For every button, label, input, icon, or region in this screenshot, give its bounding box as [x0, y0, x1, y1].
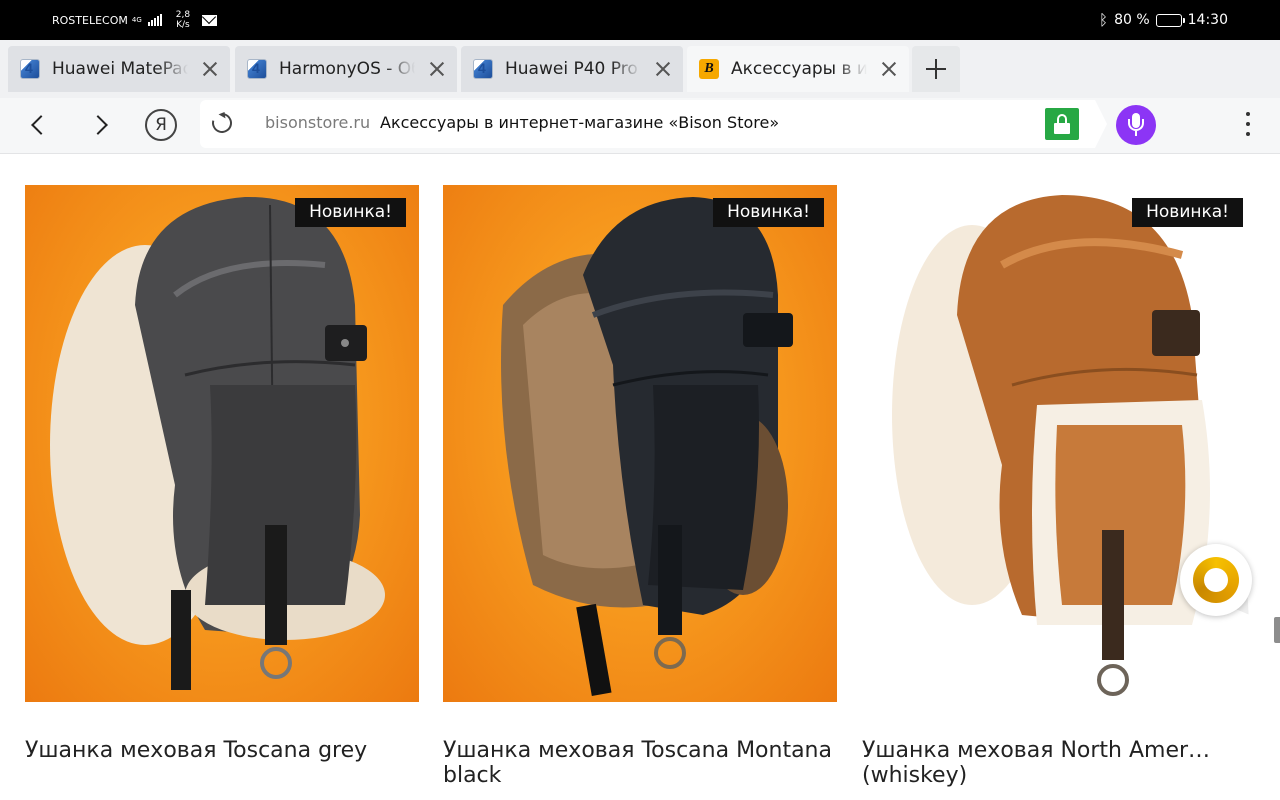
- signal-icon: [147, 14, 162, 26]
- close-icon[interactable]: [879, 59, 899, 79]
- more-menu-button[interactable]: [1236, 110, 1260, 142]
- address-bar[interactable]: bisonstore.ru Аксессуары в интернет-мага…: [200, 100, 1107, 148]
- voice-search-button[interactable]: [1116, 105, 1156, 145]
- tab-title: Аксессуары в ин: [731, 59, 867, 79]
- battery-icon: [1155, 13, 1185, 27]
- hat-black-illustration: [501, 197, 793, 696]
- new-tab-button[interactable]: [912, 46, 960, 92]
- microphone-icon-stem: [1135, 131, 1137, 136]
- product-title[interactable]: Ушанка меховая North Amer… (whiskey): [862, 738, 1280, 788]
- status-bar: ROSTELECOM 4G 2,8 K/s ᛒ 80 % 14:30: [0, 0, 1280, 40]
- close-icon[interactable]: [200, 59, 220, 79]
- speed-unit: K/s: [176, 20, 190, 30]
- forward-button[interactable]: [84, 108, 120, 144]
- status-right: ᛒ 80 % 14:30: [1099, 0, 1228, 40]
- secure-connection-button[interactable]: [1045, 108, 1079, 140]
- close-icon[interactable]: [427, 59, 447, 79]
- tab-huawei-p40-pro[interactable]: Huawei P40 Pro -: [461, 46, 683, 92]
- reload-icon[interactable]: [208, 109, 236, 137]
- back-button[interactable]: [20, 108, 56, 144]
- new-badge: Новинка!: [295, 198, 406, 227]
- bison-favicon-icon: B: [699, 59, 719, 79]
- side-panel-handle[interactable]: [1274, 617, 1280, 643]
- close-icon[interactable]: [653, 59, 673, 79]
- new-badge: Новинка!: [713, 198, 824, 227]
- tab-bar: Huawei MatePad HarmonyOS - Об Huawei P40…: [0, 40, 1280, 98]
- battery-percent: 80 %: [1114, 12, 1150, 28]
- product-image[interactable]: Новинка!: [862, 185, 1256, 702]
- hat-whiskey-illustration: [892, 195, 1210, 696]
- chevron-right-icon: [88, 115, 108, 135]
- product-title[interactable]: Ушанка меховая Toscana grey: [25, 738, 425, 763]
- microphone-icon-arc: [1128, 119, 1144, 131]
- site-4pda-icon: [247, 59, 267, 79]
- lock-icon-body: [1054, 123, 1070, 134]
- mail-icon: [202, 14, 218, 26]
- product-title[interactable]: Ушанка меховая Toscana Montana black: [443, 738, 843, 788]
- product-image[interactable]: Новинка!: [25, 185, 419, 702]
- yandex-home-button[interactable]: Я: [145, 109, 177, 141]
- tab-title: Huawei P40 Pro -: [505, 59, 641, 79]
- speed-value: 2,8: [175, 10, 191, 20]
- tab-title: Huawei MatePad: [52, 59, 188, 79]
- status-left: ROSTELECOM 4G 2,8 K/s: [52, 0, 218, 40]
- network-type: 4G: [131, 15, 142, 24]
- bluetooth-icon: ᛒ: [1099, 11, 1109, 29]
- carrier-name: ROSTELECOM: [52, 13, 128, 27]
- clock: 14:30: [1187, 12, 1228, 28]
- url-page-title: Аксессуары в интернет-магазине «Bison St…: [380, 113, 780, 132]
- tab-bison-accessories[interactable]: B Аксессуары в ин: [687, 46, 909, 92]
- page-content: Новинка! Ушанка меховая Toscana grey Нов…: [0, 155, 1280, 800]
- network-speed: 2,8 K/s: [176, 10, 190, 30]
- new-badge: Новинка!: [1132, 198, 1243, 227]
- site-4pda-icon: [473, 59, 493, 79]
- tab-harmonyos[interactable]: HarmonyOS - Об: [235, 46, 457, 92]
- url-domain: bisonstore.ru: [265, 113, 371, 132]
- alice-assistant-button[interactable]: [1180, 544, 1252, 616]
- hat-grey-illustration: [50, 196, 385, 690]
- tab-huawei-matepad[interactable]: Huawei MatePad: [8, 46, 230, 92]
- product-image[interactable]: Новинка!: [443, 185, 837, 702]
- browser-toolbar: Я bisonstore.ru Аксессуары в интернет-ма…: [0, 98, 1280, 154]
- chevron-left-icon: [31, 115, 51, 135]
- tab-title: HarmonyOS - Об: [279, 59, 415, 79]
- site-4pda-icon: [20, 59, 40, 79]
